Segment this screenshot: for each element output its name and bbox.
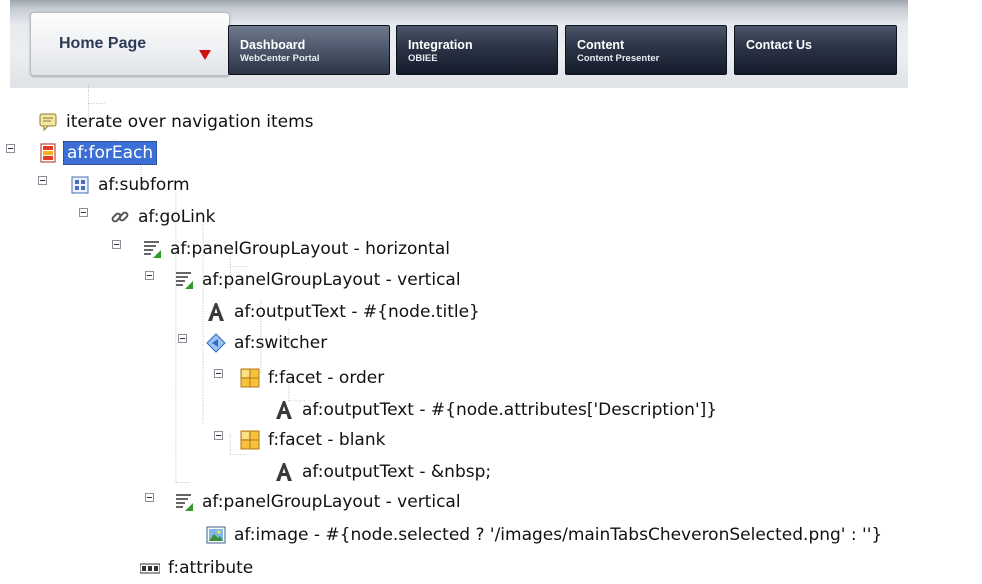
panel-group-layout-icon bbox=[176, 494, 193, 511]
attribute-icon bbox=[140, 563, 160, 574]
tree-node-label: af:image - #{node.selected ? '/images/ma… bbox=[234, 525, 883, 545]
facet-icon bbox=[240, 430, 260, 450]
output-text-icon bbox=[276, 463, 292, 481]
panel-group-layout-icon bbox=[144, 241, 161, 258]
collapse-toggle[interactable] bbox=[79, 208, 88, 217]
collapse-toggle[interactable] bbox=[38, 176, 47, 185]
tree-node-panel-vertical[interactable]: af:panelGroupLayout - vertical bbox=[174, 265, 461, 295]
tree-node-label: af:panelGroupLayout - vertical bbox=[202, 492, 461, 512]
image-icon bbox=[206, 526, 226, 544]
comment-icon bbox=[39, 113, 57, 132]
tree-node-facet-blank[interactable]: f:facet - blank bbox=[240, 425, 385, 455]
collapse-toggle[interactable] bbox=[112, 240, 121, 249]
output-text-icon bbox=[276, 401, 292, 419]
tree-node-label: af:switcher bbox=[234, 333, 328, 353]
output-text-icon bbox=[208, 303, 224, 321]
collapse-toggle[interactable] bbox=[145, 493, 154, 502]
tree-node-label: af:panelGroupLayout - vertical bbox=[202, 270, 461, 290]
tree-node-label: af:outputText - #{node.title} bbox=[234, 302, 480, 322]
tree-node-label: f:facet - order bbox=[268, 368, 385, 388]
tree-node-label: af:panelGroupLayout - horizontal bbox=[170, 239, 450, 259]
tree-node-panel-vertical-2[interactable]: af:panelGroupLayout - vertical bbox=[174, 487, 461, 517]
collapse-toggle[interactable] bbox=[145, 271, 154, 280]
collapse-toggle[interactable] bbox=[178, 334, 187, 343]
tree-node-label: f:facet - blank bbox=[268, 430, 386, 450]
tree-node-label: af:forEach bbox=[63, 141, 158, 165]
tree-node-label: af:goLink bbox=[138, 207, 216, 227]
tree-node-comment[interactable]: iterate over navigation items bbox=[38, 107, 314, 137]
tree-node-image[interactable]: af:image - #{node.selected ? '/images/ma… bbox=[206, 520, 882, 550]
collapse-toggle[interactable] bbox=[214, 369, 223, 378]
tree-node-attribute[interactable]: f:attribute bbox=[140, 553, 253, 583]
tree-node-output-title[interactable]: af:outputText - #{node.title} bbox=[206, 297, 480, 327]
tree-node-output-description[interactable]: af:outputText - #{node.attributes['Descr… bbox=[274, 395, 717, 425]
tree-node-label: f:attribute bbox=[168, 558, 254, 578]
subform-icon bbox=[71, 176, 89, 194]
tree-node-label: iterate over navigation items bbox=[66, 112, 314, 132]
collapse-toggle[interactable] bbox=[6, 144, 15, 153]
tree-node-foreach[interactable]: af:forEach bbox=[38, 138, 158, 168]
tree-node-switcher[interactable]: af:switcher bbox=[206, 328, 327, 358]
for-each-icon bbox=[40, 143, 56, 163]
link-icon bbox=[111, 211, 129, 223]
facet-icon bbox=[240, 368, 260, 388]
tree-node-golink[interactable]: af:goLink bbox=[110, 202, 216, 232]
switcher-icon bbox=[206, 333, 226, 353]
panel-group-layout-icon bbox=[176, 272, 193, 289]
collapse-toggle[interactable] bbox=[214, 431, 223, 440]
tree-node-output-nbsp[interactable]: af:outputText - &nbsp; bbox=[274, 457, 491, 487]
tree-node-panel-horizontal[interactable]: af:panelGroupLayout - horizontal bbox=[142, 234, 450, 264]
tree-node-label: af:subform bbox=[98, 175, 190, 195]
tree-node-label: af:outputText - #{node.attributes['Descr… bbox=[302, 400, 718, 420]
tree-node-subform[interactable]: af:subform bbox=[70, 170, 190, 200]
tree-node-facet-order[interactable]: f:facet - order bbox=[240, 363, 384, 393]
tree-node-label: af:outputText - &nbsp; bbox=[302, 462, 492, 482]
